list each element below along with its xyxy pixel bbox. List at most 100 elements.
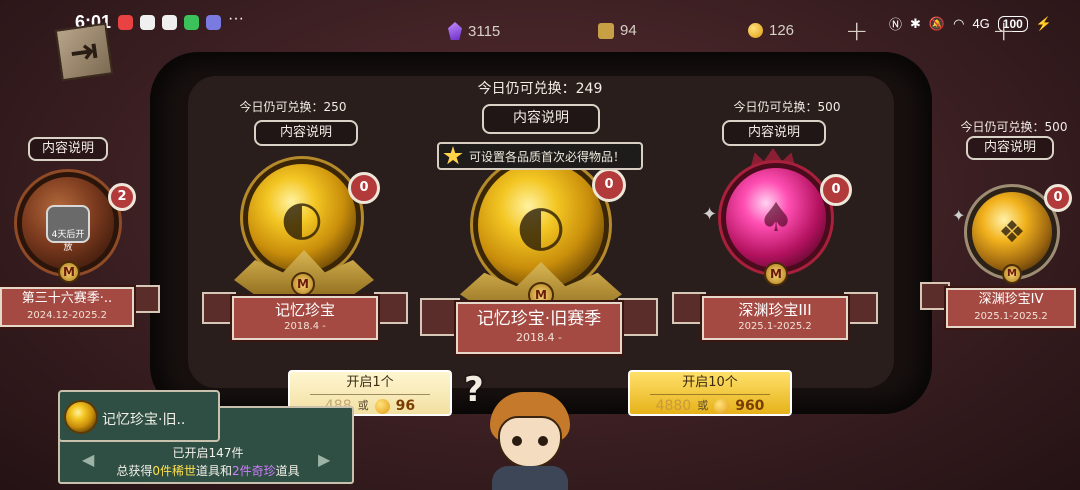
summary-suffix: 道具 (275, 464, 300, 478)
obtained-summary: 总获得0件稀世道具和2件奇珍道具 (60, 462, 356, 479)
log-title: 记忆珍宝·旧.. (102, 412, 186, 428)
exit-button[interactable]: ⇥ (54, 22, 114, 82)
treasure-orb-rust: 4天后开放 (22, 177, 114, 269)
character-portrait: ? (464, 370, 578, 490)
treasure-name: 深渊珍宝IV (978, 292, 1044, 307)
mute-icon: 🔕 (928, 15, 946, 31)
app-icon (206, 15, 221, 30)
info-button[interactable]: 内容说明 (254, 120, 358, 146)
wechat-icon (184, 15, 199, 30)
add-currency-button[interactable]: + (992, 14, 1015, 47)
puzzle-piece-icon (598, 22, 614, 39)
opened-count: 已开启147件 (172, 446, 244, 460)
count-badge: 0 (1044, 184, 1072, 212)
summary-mid: 道具和 (195, 464, 232, 478)
system-icons: Ⓝ ✱ 🔕 ◠ 4G 100 ⚡ (889, 14, 1052, 33)
emblem-icon: M (1002, 264, 1022, 284)
more-icon: ··· (228, 10, 244, 27)
lock-icon: 4天后开放 (46, 205, 90, 253)
cost-or: 或 (357, 399, 369, 412)
treasure-banner: 记忆珍宝·旧赛季 2018.4 - (456, 302, 622, 354)
rare-count: 0件 (152, 464, 172, 478)
treasure-banner: 深渊珍宝IV 2025.1-2025.2 (946, 288, 1076, 328)
add-coins-button[interactable]: + (845, 14, 868, 47)
treasure-banner: 深渊珍宝III 2025.1-2025.2 (702, 296, 848, 340)
treasure-name: 记忆珍宝·旧赛季 (476, 309, 602, 329)
daily-quota: 今日仍可兑换：249 (477, 81, 603, 97)
treasure-banner: 记忆珍宝 2018.4 - (232, 296, 378, 340)
open-ten-cost: 4880 或 960 (630, 395, 790, 417)
treasure-dates: 2024.12-2025.2 (27, 310, 107, 321)
treasure-card-memory[interactable]: 今日仍可兑换：250 内容说明 ◐ 0 M 记忆珍宝 2018.4 - (198, 96, 413, 346)
info-button[interactable]: 内容说明 (966, 136, 1054, 160)
banner-ribbon-right (130, 285, 160, 313)
gold-coin-icon (374, 398, 390, 414)
rare-label: 稀世 (171, 464, 196, 478)
treasure-card-season36[interactable]: 内容说明 4天后开放 2 M 第三十六赛季·.. 2024.12-2025.2 (0, 135, 160, 335)
character-eye-left (512, 436, 522, 446)
treasure-card-memory-old-season[interactable]: 今日仍可兑换：249 内容说明 ◐ 0 M 记忆珍宝·旧赛季 2018.4 - (420, 76, 660, 356)
treasure-card-abyss3[interactable]: 今日仍可兑换：500 内容说明 ♠ 0 ✦ M 深渊珍宝III 2025.1-2… (668, 96, 883, 346)
purple-gem-icon (448, 22, 462, 40)
treasure-banner: 第三十六赛季·.. 2024.12-2025.2 (0, 287, 134, 327)
star-icon (443, 146, 463, 165)
info-button[interactable]: 内容说明 (28, 137, 108, 161)
character-eye-right (538, 436, 548, 446)
weibo-icon (140, 15, 155, 30)
open-ten-label: 开启10个 (650, 372, 770, 395)
treasure-dates: 2025.1-2025.2 (738, 321, 812, 332)
treasure-dates: 2025.1-2025.2 (974, 311, 1048, 322)
epic-count: 2件 (232, 464, 252, 478)
character-face (498, 416, 562, 468)
treasure-card-abyss4[interactable]: 今日仍可兑换：500 内容说明 ❖ 0 ✦ M 深渊珍宝IV 2025.1-20… (918, 116, 1080, 336)
cost-or: 或 (697, 399, 709, 412)
log-title-tab[interactable]: 记忆珍宝·旧.. (58, 390, 220, 442)
network-label: 4G (972, 16, 990, 31)
abyss-glyph-icon: ♠ (758, 195, 794, 241)
memory-treasure-icon (66, 402, 96, 432)
info-button[interactable]: 内容说明 (482, 104, 600, 134)
lock-countdown: 4天后开放 (51, 230, 85, 253)
currency-puzzles: 94 (598, 22, 637, 39)
coin-cost: 960 (735, 398, 765, 414)
question-mark-icon: ? (464, 370, 484, 410)
open-one-label: 开启1个 (310, 372, 430, 395)
gold-coin-icon (714, 398, 730, 414)
daily-quota: 今日仍可兑换：500 (733, 100, 841, 114)
emblem-icon: M (291, 272, 315, 296)
treasure-name: 深渊珍宝III (738, 301, 812, 319)
banner-ribbon-right (844, 292, 878, 324)
treasure-name: 第三十六赛季·.. (21, 291, 113, 306)
banner-ribbon-left (202, 292, 236, 324)
puzzle-cost: 4880 (655, 398, 692, 414)
bluetooth-icon: ✱ (910, 15, 921, 31)
exit-door-icon: ⇥ (67, 30, 101, 74)
treasure-orb-amber: ❖ (972, 192, 1052, 272)
emblem-icon: M (58, 261, 80, 283)
daily-quota: 今日仍可兑换：500 (960, 120, 1068, 134)
epic-label: 奇珍 (251, 464, 276, 478)
count-badge: 0 (592, 168, 626, 202)
banner-ribbon-right (618, 298, 658, 336)
treasure-dates: 2018.4 - (516, 331, 562, 344)
currency-coins-value: 126 (769, 22, 795, 39)
currency-gems: 3115 (448, 22, 500, 40)
guarantee-tooltip: 可设置各品质首次必得物品！ (437, 142, 643, 170)
open-ten-button[interactable]: 开启10个 4880 或 960 (628, 370, 792, 416)
app-notification-icon (118, 15, 133, 30)
gold-coin-icon (748, 23, 763, 38)
treasure-name: 记忆珍宝 (274, 301, 335, 319)
abyss-glyph-icon: ❖ (998, 214, 1026, 250)
sparkle-icon: ✦ (952, 206, 966, 225)
daily-quota: 今日仍可兑换：250 (239, 100, 347, 114)
count-badge: 2 (108, 183, 136, 211)
tooltip-text: 可设置各品质首次必得物品！ (469, 149, 626, 164)
info-button[interactable]: 内容说明 (722, 120, 826, 146)
notification-icons (118, 15, 221, 30)
nfc-icon: Ⓝ (888, 17, 902, 32)
banner-ribbon-right (374, 292, 408, 324)
character-body (492, 466, 568, 490)
status-bar: 6:01 ··· Ⓝ ✱ 🔕 ◠ 4G 100 ⚡ (0, 0, 1080, 46)
currency-puzzles-value: 94 (620, 22, 637, 39)
treasure-dates: 2018.4 - (284, 321, 326, 332)
